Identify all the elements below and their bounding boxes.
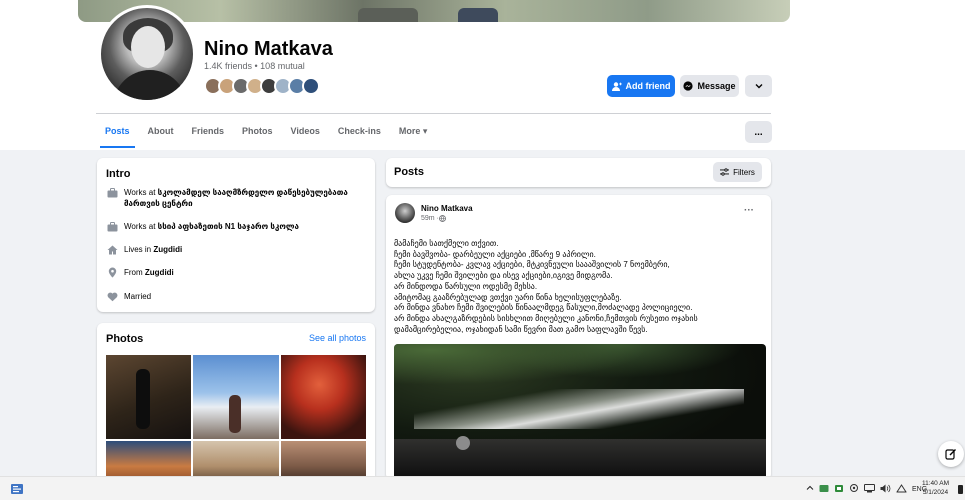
intro-from-place[interactable]: Zugdidi bbox=[145, 268, 174, 277]
profile-header: Nino Matkava 1.4K friends • 108 mutual A… bbox=[0, 0, 965, 150]
more-options-label: ... bbox=[754, 126, 763, 138]
filter-icon bbox=[720, 168, 730, 176]
tab-more[interactable]: More ▾ bbox=[390, 118, 437, 148]
intro-from: From Zugdidi bbox=[106, 267, 174, 278]
intro-work-1-place[interactable]: სკოლამდელ სააღმზრდელო დაწესებულებათა მარ… bbox=[124, 188, 348, 208]
chevron-down-icon bbox=[755, 83, 763, 89]
post-author-avatar[interactable] bbox=[395, 203, 415, 223]
friends-count[interactable]: 1.4K friends • 108 mutual bbox=[204, 61, 305, 71]
post-text: მამაჩემი სათქმელი თქვით. ჩემი ბავშვობა- … bbox=[394, 239, 698, 334]
messenger-icon bbox=[683, 81, 694, 91]
more-options-button[interactable]: ... bbox=[745, 121, 772, 143]
taskbar: ENG 11:40 AM 5/1/2024 bbox=[0, 476, 965, 500]
clock-date: 5/1/2024 bbox=[922, 489, 949, 496]
intro-work-1-prefix: Works at bbox=[124, 188, 158, 197]
globe-icon bbox=[439, 215, 446, 222]
intro-relationship-text: Married bbox=[124, 292, 152, 301]
photo-thumbnail[interactable] bbox=[281, 355, 366, 439]
mutual-friends-avatars[interactable] bbox=[204, 77, 320, 95]
photos-card: Photos See all photos bbox=[97, 323, 375, 483]
security-icon[interactable] bbox=[819, 484, 829, 495]
settings-icon[interactable] bbox=[849, 483, 859, 495]
compose-icon bbox=[945, 448, 957, 460]
tray-overflow-icon[interactable] bbox=[806, 485, 814, 493]
tab-posts[interactable]: Posts bbox=[96, 118, 139, 148]
photo-figure bbox=[229, 395, 241, 433]
cover-detail bbox=[358, 8, 418, 22]
intro-from-prefix: From bbox=[124, 268, 145, 277]
intro-work-2-place[interactable]: სსიპ აფხაზეთის N1 საჯარო სკოლა bbox=[158, 222, 299, 231]
header-divider bbox=[96, 113, 771, 114]
briefcase-icon bbox=[106, 187, 118, 198]
post-image-water-spray bbox=[414, 389, 744, 429]
filters-button[interactable]: Filters bbox=[713, 162, 762, 182]
intro-lives-in-text: Lives in Zugdidi bbox=[124, 244, 182, 255]
photo-figure bbox=[136, 369, 150, 429]
posts-title: Posts bbox=[394, 166, 424, 178]
photos-title: Photos bbox=[106, 333, 144, 345]
avatar-body bbox=[113, 70, 187, 100]
notification-icon[interactable] bbox=[958, 485, 963, 494]
intro-from-text: From Zugdidi bbox=[124, 267, 174, 278]
message-button[interactable]: Message bbox=[680, 75, 739, 97]
tab-about[interactable]: About bbox=[139, 118, 183, 148]
intro-work-2-prefix: Works at bbox=[124, 222, 158, 231]
add-friend-label: Add friend bbox=[625, 81, 671, 91]
intro-card: Intro Works at სკოლამდელ სააღმზრდელო დაწ… bbox=[97, 158, 375, 312]
intro-work-1: Works at სკოლამდელ სააღმზრდელო დაწესებულ… bbox=[106, 187, 366, 209]
posts-header-card: Posts Filters bbox=[386, 158, 771, 187]
intro-work-2: Works at სსიპ აფხაზეთის N1 საჯარო სკოლა bbox=[106, 221, 366, 232]
profile-options-button[interactable] bbox=[745, 75, 772, 97]
profile-name: Nino Matkava bbox=[204, 38, 333, 60]
intro-relationship: Married bbox=[106, 291, 151, 302]
heart-icon bbox=[106, 291, 118, 302]
briefcase-icon bbox=[106, 221, 118, 232]
add-friend-button[interactable]: Add friend bbox=[607, 75, 675, 97]
filters-label: Filters bbox=[733, 167, 755, 177]
friend-avatar[interactable] bbox=[302, 77, 320, 95]
see-all-photos-link[interactable]: See all photos bbox=[309, 333, 366, 343]
tab-friends[interactable]: Friends bbox=[183, 118, 234, 148]
tab-check-ins[interactable]: Check-ins bbox=[329, 118, 390, 148]
post-image-detail bbox=[456, 436, 470, 450]
add-user-icon bbox=[611, 81, 622, 91]
clock[interactable]: 11:40 AM 5/1/2024 bbox=[922, 479, 949, 497]
intro-work-2-text: Works at სსიპ აფხაზეთის N1 საჯარო სკოლა bbox=[124, 221, 299, 232]
post-image-crowd bbox=[394, 439, 766, 481]
profile-tabs: Posts About Friends Photos Videos Check-… bbox=[96, 118, 436, 148]
post-author-name[interactable]: Nino Matkava bbox=[421, 204, 473, 213]
intro-lives-in: Lives in Zugdidi bbox=[106, 244, 182, 255]
avatar-face bbox=[131, 26, 165, 68]
clock-time: 11:40 AM bbox=[922, 480, 949, 487]
post-card: Nino Matkava 59m · ··· მამაჩემი სათქმელი… bbox=[386, 195, 771, 481]
profile-avatar[interactable] bbox=[98, 5, 196, 103]
photo-thumbnail[interactable] bbox=[106, 355, 191, 439]
post-time: 59m · bbox=[421, 215, 439, 222]
post-options-button[interactable]: ··· bbox=[744, 205, 754, 216]
intro-lives-place[interactable]: Zugdidi bbox=[153, 245, 182, 254]
volume-icon[interactable] bbox=[880, 484, 891, 495]
keyboard-icon[interactable] bbox=[896, 483, 907, 495]
cover-photo[interactable] bbox=[78, 0, 790, 22]
taskbar-app-icon[interactable] bbox=[10, 482, 24, 500]
post-image[interactable] bbox=[394, 344, 766, 481]
intro-work-1-text: Works at სკოლამდელ სააღმზრდელო დაწესებულ… bbox=[124, 187, 366, 209]
tab-videos[interactable]: Videos bbox=[282, 118, 329, 148]
new-message-button[interactable] bbox=[938, 441, 964, 467]
gpu-icon[interactable] bbox=[834, 484, 844, 495]
photo-thumbnail[interactable] bbox=[193, 355, 279, 439]
intro-title: Intro bbox=[106, 168, 131, 180]
cover-detail bbox=[458, 8, 498, 22]
home-icon bbox=[106, 244, 118, 255]
post-timestamp[interactable]: 59m · bbox=[421, 215, 446, 222]
location-pin-icon bbox=[106, 267, 118, 278]
intro-lives-prefix: Lives in bbox=[124, 245, 154, 254]
system-tray: ENG bbox=[806, 477, 927, 500]
tab-photos[interactable]: Photos bbox=[233, 118, 282, 148]
message-label: Message bbox=[697, 81, 736, 91]
network-icon[interactable] bbox=[864, 483, 875, 495]
